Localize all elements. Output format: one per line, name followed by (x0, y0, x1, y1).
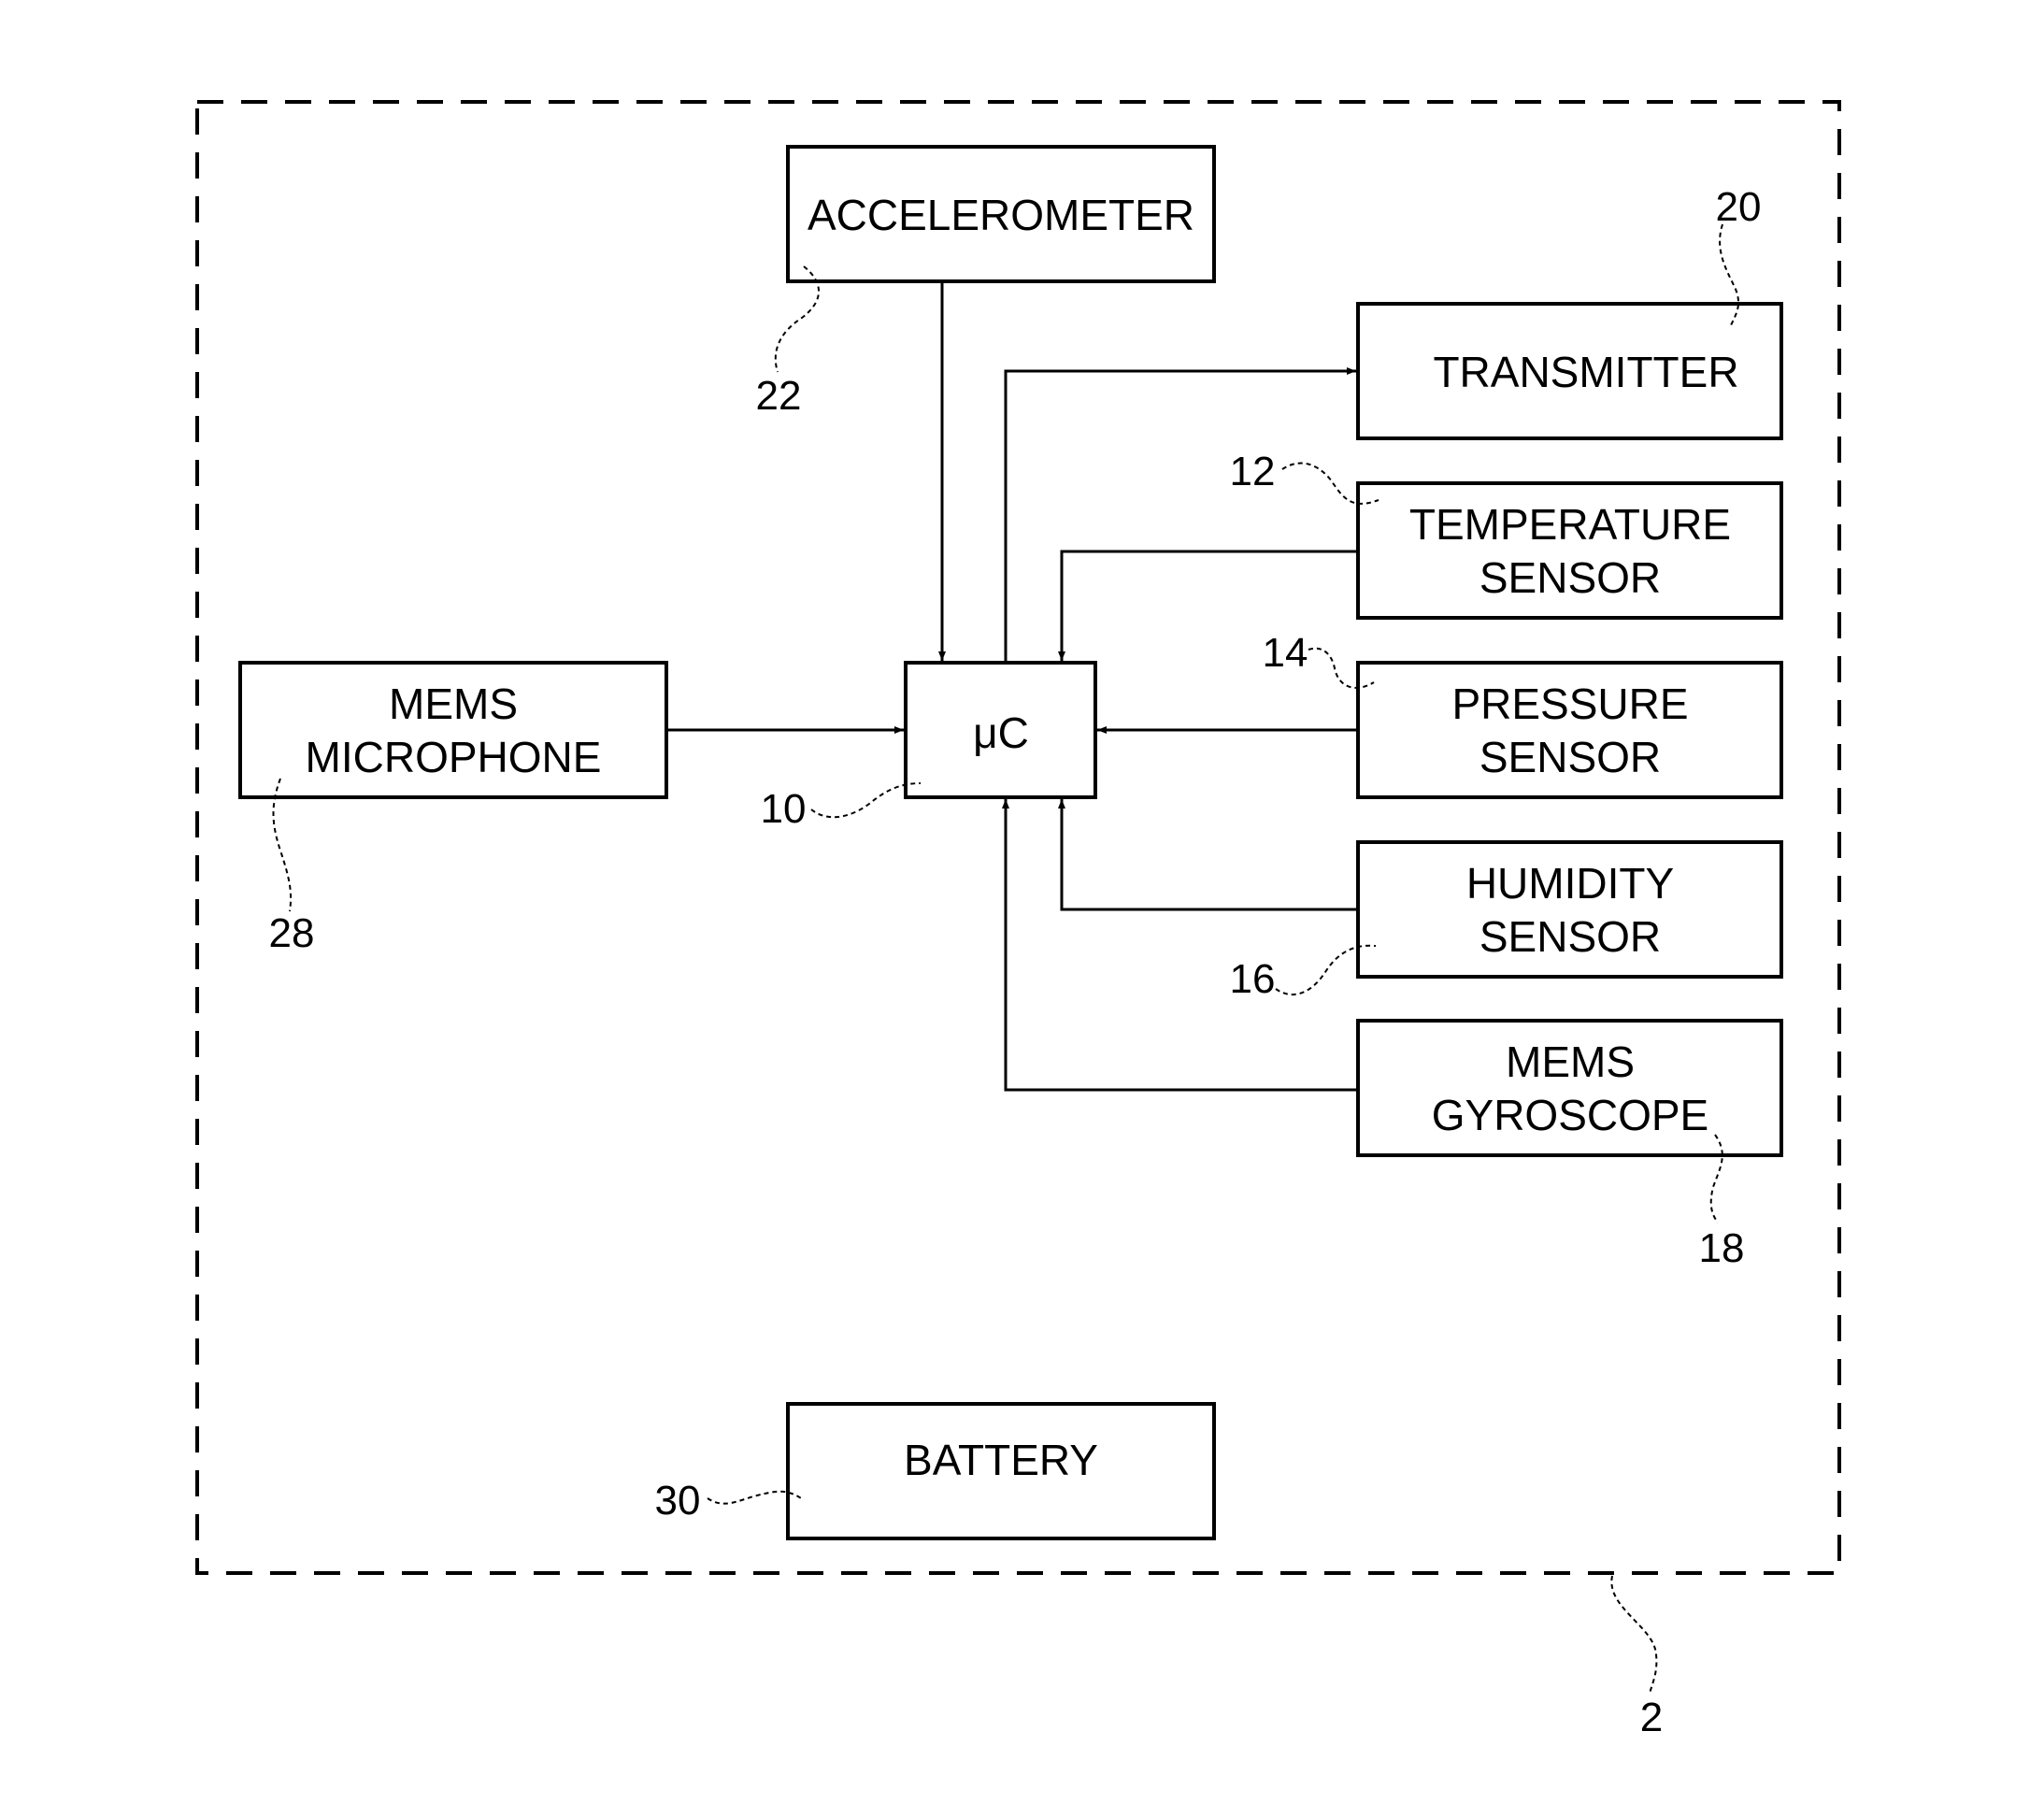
connection-temperature-to-mcu (1058, 550, 1358, 661)
leader-enclosure (1610, 1575, 1658, 1695)
block-humidity-sensor: HUMIDITY SENSOR (1356, 840, 1783, 979)
block-mems-microphone: MEMS MICROPHONE (238, 661, 668, 799)
block-accelerometer: ACCELEROMETER (786, 145, 1216, 283)
svg-text:MEMS: MEMS (1506, 1037, 1635, 1086)
svg-text:GYROSCOPE: GYROSCOPE (1432, 1091, 1709, 1139)
ref-label-enclosure: 2 (1640, 1695, 1663, 1740)
block-temperature-sensor: TEMPERATURE SENSOR (1356, 481, 1783, 620)
ref-label-pressure-sensor: 14 (1263, 630, 1308, 676)
svg-text:BATTERY: BATTERY (904, 1436, 1098, 1484)
svg-text:PRESSURE: PRESSURE (1451, 680, 1688, 728)
block-microcontroller: μC (904, 661, 1097, 799)
block-pressure-sensor: PRESSURE SENSOR (1356, 661, 1783, 799)
ref-label-humidity-sensor: 16 (1230, 956, 1276, 1002)
ref-label-temperature-sensor: 12 (1230, 449, 1276, 494)
ref-label-accelerometer: 22 (756, 373, 802, 419)
block-battery: BATTERY (786, 1402, 1216, 1540)
connection-mcu-to-transmitter (1004, 367, 1356, 663)
svg-text:MEMS: MEMS (389, 680, 518, 728)
block-mems-gyroscope: MEMS GYROSCOPE (1356, 1019, 1783, 1157)
svg-text:μC: μC (973, 708, 1029, 757)
connection-humidity-to-mcu (1058, 799, 1358, 911)
svg-text:HUMIDITY: HUMIDITY (1466, 859, 1674, 908)
svg-text:TEMPERATURE: TEMPERATURE (1409, 500, 1731, 549)
ref-label-mems-microphone: 28 (269, 910, 315, 956)
svg-text:SENSOR: SENSOR (1479, 553, 1661, 602)
ref-label-battery: 30 (655, 1478, 701, 1524)
svg-text:SENSOR: SENSOR (1479, 733, 1661, 781)
svg-text:MICROPHONE: MICROPHONE (306, 733, 602, 781)
block-transmitter: TRANSMITTER (1356, 302, 1783, 440)
block-diagram: 2 ACCELEROMETER 22 TRANSMITTER 20 TEMPER… (195, 100, 1841, 1740)
ref-label-transmitter: 20 (1716, 184, 1762, 230)
ref-label-microcontroller: 10 (761, 786, 807, 832)
svg-text:ACCELEROMETER: ACCELEROMETER (808, 191, 1194, 239)
svg-text:TRANSMITTER: TRANSMITTER (1433, 348, 1738, 396)
connection-gyroscope-to-mcu (1002, 799, 1358, 1092)
ref-label-mems-gyroscope: 18 (1699, 1225, 1745, 1271)
svg-text:SENSOR: SENSOR (1479, 912, 1661, 961)
